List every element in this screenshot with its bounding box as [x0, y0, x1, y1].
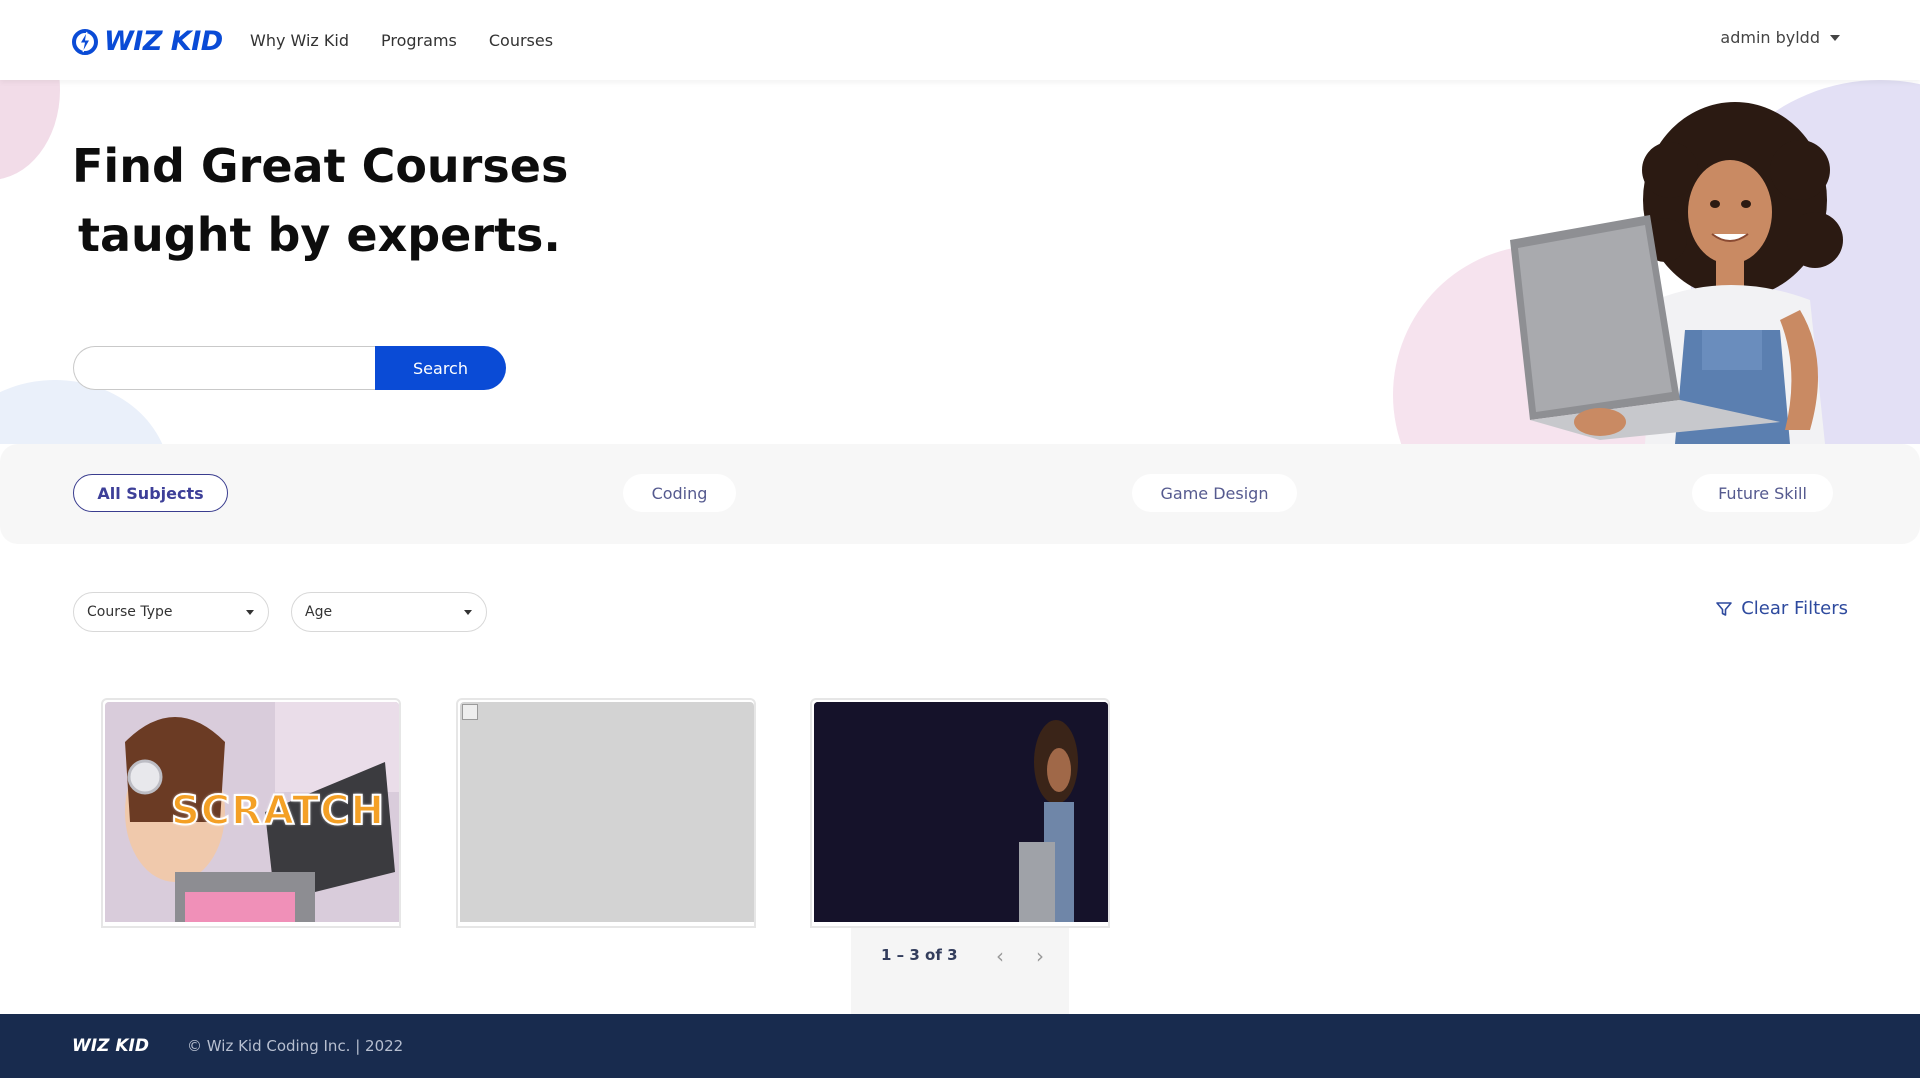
- course-type-label: Course Type: [87, 604, 173, 620]
- hero-title-line1: Find Great Courses: [72, 139, 569, 193]
- hero-title-line2: taught by experts.: [78, 208, 561, 262]
- course-type-select[interactable]: Course Type: [73, 592, 269, 632]
- logo-text: WIZ KID: [104, 26, 223, 57]
- filter-bar: Course Type Age: [73, 592, 487, 632]
- course-thumbnail: [814, 702, 1108, 922]
- nav-why-wiz-kid[interactable]: Why Wiz Kid: [250, 31, 349, 50]
- dark-thumbnail-art: [814, 702, 1108, 922]
- course-card[interactable]: [456, 698, 756, 928]
- footer-copyright: © Wiz Kid Coding Inc. | 2022: [187, 1037, 404, 1055]
- user-menu[interactable]: admin byldd: [1720, 28, 1840, 47]
- pagination: 1 – 3 of 3 ‹ ›: [851, 928, 1069, 1014]
- chevron-right-icon[interactable]: ›: [1028, 944, 1052, 968]
- footer-logo[interactable]: WIZ KID: [72, 1036, 149, 1056]
- tab-game-design[interactable]: Game Design: [1132, 474, 1297, 512]
- top-navbar: WIZ KID Why Wiz Kid Programs Courses adm…: [0, 0, 1920, 80]
- course-thumbnail: [460, 702, 754, 922]
- girl-with-laptop-illustration: [1510, 102, 1843, 444]
- filter-icon: [1716, 601, 1733, 616]
- main-nav: Why Wiz Kid Programs Courses: [250, 31, 553, 50]
- chevron-left-icon[interactable]: ‹: [988, 944, 1012, 968]
- broken-image-icon: [462, 704, 478, 720]
- chevron-down-icon: [246, 609, 254, 615]
- course-search: Search: [73, 346, 506, 390]
- subject-tabs: All Subjects Coding Game Design Future S…: [0, 444, 1920, 544]
- tab-coding[interactable]: Coding: [623, 474, 736, 512]
- wizkid-logo[interactable]: WIZ KID: [72, 26, 223, 57]
- course-card[interactable]: [810, 698, 1110, 928]
- hero-title: Find Great Courses taught by experts.: [72, 132, 568, 270]
- age-label: Age: [305, 604, 333, 620]
- course-thumbnail: SCRATCH: [105, 702, 399, 922]
- tab-all-subjects[interactable]: All Subjects: [73, 474, 228, 512]
- hero-section: Find Great Courses taught by experts. Se…: [0, 80, 1920, 444]
- chevron-down-icon: [464, 609, 472, 615]
- wizkid-bolt-icon: [72, 28, 98, 55]
- decor-blob: [0, 80, 60, 180]
- chevron-down-icon: [1830, 34, 1840, 41]
- search-button[interactable]: Search: [375, 346, 506, 390]
- course-card[interactable]: SCRATCH: [101, 698, 401, 928]
- pagination-range: 1 – 3 of 3: [881, 946, 958, 964]
- tab-future-skill[interactable]: Future Skill: [1692, 474, 1833, 512]
- nav-courses[interactable]: Courses: [489, 31, 553, 50]
- course-overlay-title: SCRATCH: [170, 787, 385, 835]
- clear-filters-button[interactable]: Clear Filters: [1715, 598, 1848, 619]
- nav-programs[interactable]: Programs: [381, 31, 457, 50]
- page: WIZ KID Why Wiz Kid Programs Courses adm…: [0, 0, 1920, 1078]
- footer: WIZ KID © Wiz Kid Coding Inc. | 2022: [0, 1014, 1920, 1078]
- clear-filters-label: Clear Filters: [1741, 598, 1848, 619]
- user-name: admin byldd: [1720, 28, 1820, 47]
- search-input[interactable]: [73, 346, 375, 390]
- age-select[interactable]: Age: [291, 592, 487, 632]
